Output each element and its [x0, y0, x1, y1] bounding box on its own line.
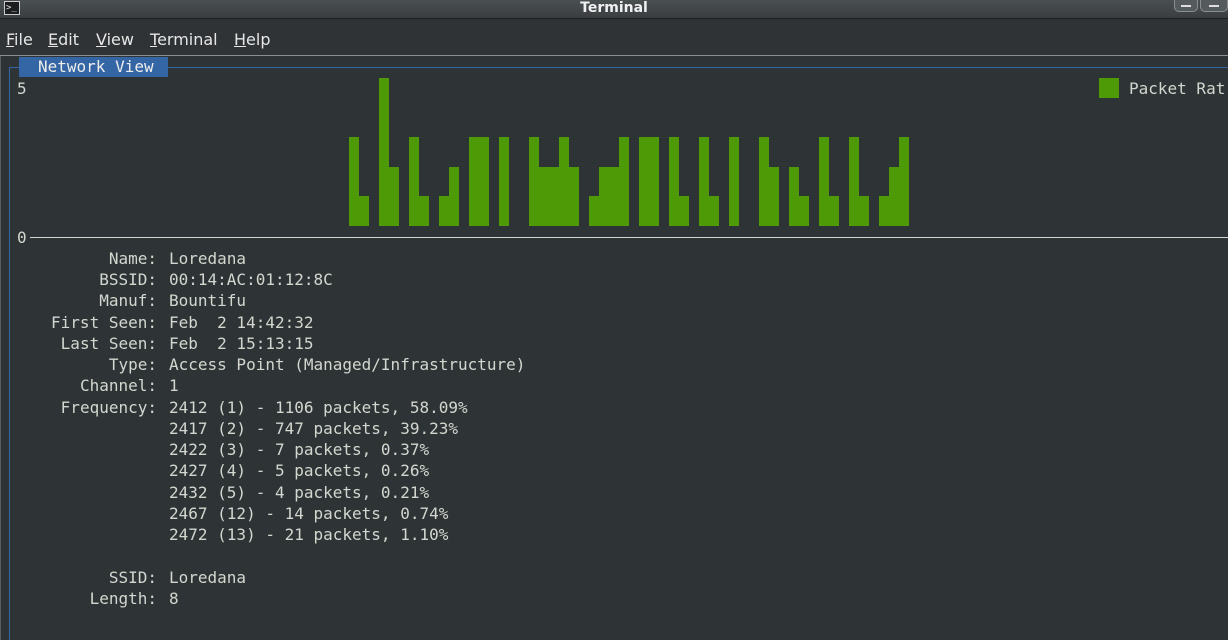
packet-rate-bar [879, 196, 889, 226]
packet-rate-bar [639, 137, 649, 226]
first-seen-value: Feb 2 14:42:32 [169, 313, 314, 332]
menu-view[interactable]: View [96, 31, 134, 49]
packet-rate-bar [679, 196, 689, 226]
frequency-label: Frequency: [60, 398, 157, 417]
name-value: Loredana [169, 249, 247, 268]
menu-terminal[interactable]: Terminal [150, 31, 218, 49]
frequency-row: 2422 (3) - 7 packets, 0.37% [169, 440, 430, 459]
ssid-label: SSID: [108, 568, 157, 587]
packet-rate-bar [559, 137, 569, 226]
packet-rate-bar [849, 137, 859, 226]
terminal-area[interactable]: Network View 5 0 Packet Rat Name: Loreda… [0, 56, 1228, 640]
packet-rate-bar [449, 166, 459, 226]
maximize-icon [1209, 5, 1219, 7]
window-titlebar[interactable]: >_ Terminal [0, 0, 1228, 19]
bssid-value: 00:14:AC:01:12:8C [169, 270, 333, 289]
ssid-value: Loredana [169, 568, 247, 587]
packet-rate-bar [569, 166, 579, 226]
first-seen-label: First Seen: [51, 313, 157, 332]
last-seen-label: Last Seen: [60, 334, 157, 353]
y-axis-max-label: 5 [17, 79, 27, 98]
menu-help[interactable]: Help [234, 31, 270, 49]
packet-rate-bar [699, 137, 709, 226]
frequency-row: 2472 (13) - 21 packets, 1.10% [169, 525, 449, 544]
y-axis-min-label: 0 [17, 228, 27, 247]
packet-rate-bar [529, 137, 539, 226]
window-title: Terminal [580, 0, 648, 16]
type-value: Access Point (Managed/Infrastructure) [169, 355, 526, 374]
packet-rate-bar [349, 137, 359, 226]
packet-rate-bar [829, 196, 839, 226]
packet-rate-bar [549, 166, 559, 226]
packet-rate-bar [859, 196, 869, 226]
legend-swatch [1099, 78, 1119, 98]
packet-rate-bar [789, 166, 799, 226]
panel-title: Network View [19, 57, 168, 77]
packet-rate-bar [649, 137, 659, 226]
manuf-value: Bountifu [169, 291, 247, 310]
packet-rate-bar [469, 137, 479, 226]
packet-rate-bar [799, 196, 809, 226]
packet-rate-bar [499, 137, 509, 226]
packet-rate-bar [769, 166, 779, 226]
manuf-label: Manuf: [99, 291, 157, 310]
bssid-label: BSSID: [99, 270, 157, 289]
name-label: Name: [108, 249, 157, 268]
length-label: Length: [89, 589, 157, 608]
type-label: Type: [108, 355, 157, 374]
packet-rate-bar [709, 196, 719, 226]
packet-rate-bar [899, 137, 909, 226]
x-axis [38, 237, 1228, 238]
panel-border-top [9, 67, 1228, 68]
menu-edit[interactable]: Edit [48, 31, 79, 49]
menubar: File Edit View Terminal Help [0, 19, 1228, 56]
packet-rate-bar [419, 196, 429, 226]
packet-rate-bar [379, 78, 389, 226]
length-value: 8 [169, 589, 179, 608]
channel-label: Channel: [79, 376, 157, 395]
legend-label: Packet Rat [1129, 79, 1226, 98]
menu-file[interactable]: File [6, 31, 33, 49]
frequency-row: 2412 (1) - 1106 packets, 58.09% [169, 398, 468, 417]
minimize-icon [1181, 5, 1191, 7]
frequency-row: 2417 (2) - 747 packets, 39.23% [169, 419, 458, 438]
packet-rate-bar [889, 166, 899, 226]
packet-rate-bar [479, 137, 489, 226]
frequency-row: 2467 (12) - 14 packets, 0.74% [169, 504, 449, 523]
packet-rate-bar [439, 196, 449, 226]
packet-rate-graph [1, 56, 1228, 256]
packet-rate-bar [819, 137, 829, 226]
minimize-button[interactable] [1174, 0, 1198, 12]
packet-rate-bar [589, 196, 599, 226]
packet-rate-bar [729, 137, 739, 226]
frequency-row: 2427 (4) - 5 packets, 0.26% [169, 461, 430, 480]
packet-rate-bar [359, 196, 369, 226]
packet-rate-bar [609, 166, 619, 226]
packet-rate-bar [599, 166, 609, 226]
packet-rate-bar [619, 137, 629, 226]
packet-rate-bar [409, 137, 419, 226]
y-axis-tick [30, 237, 38, 238]
packet-rate-bar [669, 137, 679, 226]
frequency-row: 2432 (5) - 4 packets, 0.21% [169, 483, 430, 502]
last-seen-value: Feb 2 15:13:15 [169, 334, 314, 353]
packet-rate-bar [759, 137, 769, 226]
packet-rate-bar [389, 166, 399, 226]
channel-value: 1 [169, 376, 179, 395]
packet-rate-bar [539, 166, 549, 226]
maximize-button[interactable] [1200, 0, 1228, 12]
